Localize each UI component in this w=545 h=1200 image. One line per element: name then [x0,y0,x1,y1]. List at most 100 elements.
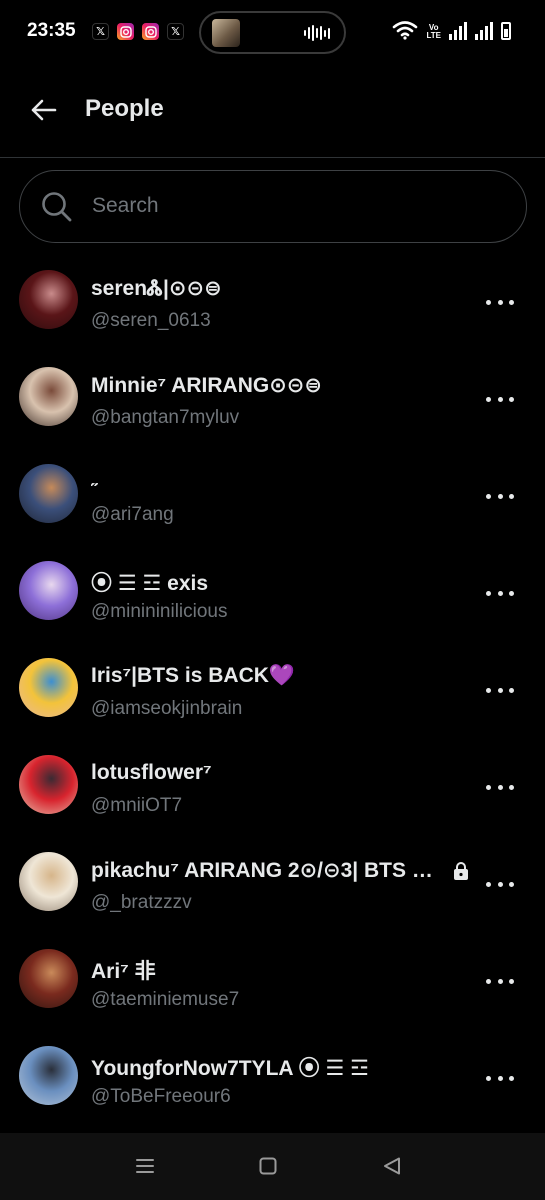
person-name: Iris⁷|BTS is BACK💜 [91,664,296,687]
person-handle: @ari7ang [91,504,174,525]
dot [486,687,491,693]
dot [497,881,503,887]
status-bar: 23:35 𝕏 𝕏 Vo LTE [0,0,545,64]
more-options-button[interactable] [486,877,514,891]
dot [509,396,514,402]
x-icon: 𝕏 [167,23,184,40]
dot [497,687,503,693]
avatar[interactable] [19,270,78,329]
dot [509,1075,514,1081]
media-player-pill[interactable] [199,11,346,54]
person-row[interactable]: pikachu⁷ ARIRANG 2⊙/⊝3| BTS is BACK @_bra… [0,834,545,930]
avatar[interactable] [19,755,78,814]
dot [497,299,503,305]
dot [509,590,514,596]
person-name: YoungforNow7TYLA ⦿ ☰ ☲ [91,1057,369,1080]
dot [509,978,514,984]
instagram-icon [142,23,159,40]
search-bar[interactable] [19,170,527,243]
avatar[interactable] [19,464,78,523]
person-handle: @iamseokjinbrain [91,698,243,719]
dot [497,590,503,596]
signal-icon [449,22,467,40]
battery-icon [501,22,511,40]
x-icon: 𝕏 [92,23,109,40]
person-handle: @mniiOT7 [91,795,183,816]
person-row[interactable]: Ari⁷ 非 @taeminiemuse7 [0,931,545,1027]
person-row[interactable]: lotusflower⁷ @mniiOT7 [0,737,545,833]
person-handle: @bangtan7myluv [91,407,240,428]
dot [497,1075,503,1081]
person-row[interactable]: YoungforNow7TYLA ⦿ ☰ ☲ @ToBeFreeour6 [0,1028,545,1124]
menu-icon [136,1159,154,1173]
person-handle: @taeminiemuse7 [91,989,240,1010]
home-square-icon [259,1157,277,1175]
system-icons: Vo LTE [392,20,511,40]
person-name: pikachu⁷ ARIRANG 2⊙/⊝3| BTS is BACK [91,859,436,882]
dot [497,493,503,499]
avatar[interactable] [19,561,78,620]
album-art [212,19,240,47]
person-row[interactable]: ⦿ ☰ ☲ exis @minininilicious [0,543,545,639]
app-header: People [0,72,545,148]
signal-icon [475,22,493,40]
dot [509,687,514,693]
more-options-button[interactable] [486,295,514,309]
more-options-button[interactable] [486,974,514,988]
wifi-icon [393,21,418,40]
dot [509,881,514,887]
more-options-button[interactable] [486,392,514,406]
audio-wave-icon [304,25,330,41]
back-arrow-icon [31,99,57,121]
avatar[interactable] [19,852,78,911]
dot [486,299,491,305]
avatar[interactable] [19,949,78,1008]
dot [486,784,491,790]
notification-icons: 𝕏 𝕏 [92,23,184,40]
dot [497,784,503,790]
person-name: lotusflower⁷ [91,761,212,784]
dot [509,299,514,305]
person-row[interactable]: serenᏜ|⊙⊝⊜ @seren_0613 [0,252,545,348]
person-row[interactable]: ˶ @ari7ang [0,446,545,542]
person-name: ˶ [91,470,98,493]
recent-apps-button[interactable] [130,1153,160,1179]
person-name: Minnie⁷ ARIRANG⊙⊝⊜ [91,374,322,397]
person-handle: @minininilicious [91,601,228,622]
instagram-icon [117,23,134,40]
dot [486,881,491,887]
more-options-button[interactable] [486,1071,514,1085]
person-row[interactable]: Iris⁷|BTS is BACK💜 @iamseokjinbrain [0,640,545,736]
person-name: ⦿ ☰ ☲ exis [91,572,209,595]
dot [486,978,491,984]
avatar[interactable] [19,658,78,717]
status-time: 23:35 [27,20,76,41]
more-options-button[interactable] [486,683,514,697]
avatar[interactable] [19,367,78,426]
more-options-button[interactable] [486,586,514,600]
dot [497,396,503,402]
more-options-button[interactable] [486,489,514,503]
back-button[interactable] [25,92,61,128]
system-nav-bar [0,1133,545,1200]
more-options-button[interactable] [486,780,514,794]
dot [486,590,491,596]
back-nav-button[interactable] [377,1153,407,1179]
home-button[interactable] [253,1153,283,1179]
person-handle: @ToBeFreeour6 [91,1086,231,1107]
dot [486,396,491,402]
dot [509,493,514,499]
dot [509,784,514,790]
person-name: Ari⁷ 非 [91,960,156,983]
search-input[interactable] [92,171,492,241]
person-row[interactable]: Minnie⁷ ARIRANG⊙⊝⊜ @bangtan7myluv [0,349,545,445]
search-icon [42,192,72,222]
dot [486,493,491,499]
volte-icon: Vo LTE [426,23,441,40]
lock-icon [454,862,468,880]
avatar[interactable] [19,1046,78,1105]
person-name: serenᏜ|⊙⊝⊜ [91,277,222,300]
page-title: People [85,95,164,122]
dot [497,978,503,984]
header-divider [0,157,545,158]
